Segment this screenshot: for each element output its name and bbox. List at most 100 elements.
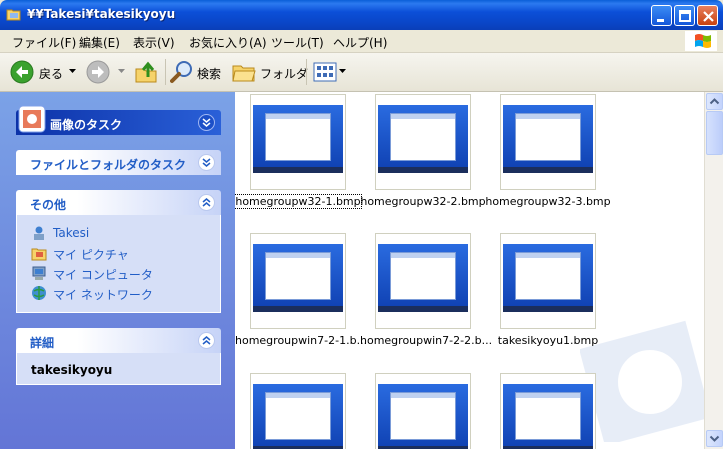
back-label: 戻る — [39, 67, 64, 81]
close-icon — [703, 11, 714, 22]
expand-button[interactable] — [198, 154, 215, 171]
my-pictures-icon — [31, 248, 47, 261]
thumbnail[interactable] — [375, 233, 471, 329]
arrow-up-icon — [709, 98, 720, 105]
menu-tools[interactable]: ツール(T) — [271, 34, 324, 51]
scroll-down-button[interactable] — [706, 430, 723, 447]
back-arrow-icon — [10, 60, 34, 84]
up-folder-button[interactable] — [134, 60, 160, 84]
forward-button[interactable] — [86, 60, 128, 84]
toolbar-separator — [165, 59, 166, 85]
file-label[interactable]: homegroupw32-2.bmp — [360, 195, 486, 208]
arrow-down-icon — [709, 435, 720, 442]
thumbnail[interactable] — [375, 373, 471, 449]
toolbar-separator — [306, 59, 307, 85]
thumbnail[interactable] — [500, 373, 596, 449]
thumbnail[interactable] — [250, 373, 346, 449]
collapse-button[interactable] — [198, 114, 215, 131]
other-places-body: Takesi マイ ピクチャ マイ コンピュータ マイ ネットワーク — [16, 215, 221, 313]
screenshot-preview — [503, 244, 593, 312]
link-label: マイ コンピュータ — [53, 268, 153, 282]
maximize-icon — [679, 10, 691, 22]
folder-icon — [6, 9, 21, 21]
up-folder-icon — [135, 61, 157, 83]
file-folder-tasks-title: ファイルとフォルダのタスク — [30, 158, 187, 172]
toolbar: 戻る 検索 フォルダ — [0, 53, 723, 92]
menu-bar: ファイル(F) 編集(E) 表示(V) お気に入り(A) ツール(T) ヘルプ(… — [0, 30, 723, 53]
link-label: Takesi — [53, 226, 90, 240]
search-icon — [170, 61, 192, 83]
details-title: 詳細 — [30, 336, 55, 350]
menu-view[interactable]: 表示(V) — [133, 34, 175, 51]
user-folder-icon — [34, 226, 44, 240]
thumbnail[interactable] — [250, 94, 346, 190]
details-body: takesikyoyu — [16, 353, 221, 385]
file-label[interactable]: homegroupwin7-2-1.b... — [235, 334, 367, 347]
menu-help[interactable]: ヘルプ(H) — [333, 34, 387, 51]
file-label[interactable]: takesikyoyu1.bmp — [485, 334, 611, 347]
my-computer-icon — [32, 266, 46, 280]
chevron-down-icon — [202, 118, 211, 127]
views-icon — [313, 62, 337, 82]
picture-tasks-title: 画像のタスク — [50, 118, 123, 132]
file-label[interactable]: homegroupw32-3.bmp — [485, 195, 611, 208]
link-label: マイ ネットワーク — [53, 288, 153, 302]
chevron-down-icon — [339, 69, 346, 73]
collapse-button[interactable] — [198, 332, 215, 349]
folder-name: takesikyoyu — [31, 363, 113, 377]
screenshot-preview — [503, 105, 593, 173]
title-bar[interactable]: ¥¥Takesi¥takesikyoyu — [0, 0, 723, 30]
file-folder-tasks-header[interactable]: ファイルとフォルダのタスク — [16, 150, 221, 175]
forward-arrow-icon — [86, 60, 110, 84]
my-network-icon — [32, 286, 46, 300]
thumbnail[interactable] — [500, 94, 596, 190]
menu-file[interactable]: ファイル(F) — [12, 34, 76, 51]
search-button[interactable]: 検索 — [170, 60, 226, 84]
picture-tasks-icon — [18, 105, 46, 133]
collapse-button[interactable] — [198, 194, 215, 211]
chevron-down-icon — [69, 69, 76, 73]
file-view[interactable]: homegroupw32-1.bmp homegroupw32-2.bmp ho… — [235, 92, 704, 449]
chevron-down-icon — [118, 69, 125, 73]
window-title: ¥¥Takesi¥takesikyoyu — [27, 7, 176, 21]
vertical-scrollbar[interactable] — [704, 92, 723, 449]
scroll-up-button[interactable] — [706, 93, 723, 110]
folders-button[interactable]: フォルダ — [232, 60, 308, 84]
watermark-picture-icon — [580, 320, 704, 442]
task-pane: 画像のタスク ファイルとフォルダのタスク その他 Takesi マイ ピクチャ … — [0, 92, 235, 449]
other-places-title: その他 — [30, 198, 67, 212]
chevron-up-icon — [202, 198, 211, 207]
file-label[interactable]: homegroupw32-1.bmp — [235, 194, 362, 209]
screenshot-preview — [253, 384, 343, 449]
screenshot-preview — [503, 384, 593, 449]
search-label: 検索 — [197, 67, 222, 81]
chevron-up-icon — [202, 336, 211, 345]
screenshot-preview — [253, 244, 343, 312]
back-button[interactable]: 戻る — [10, 60, 78, 84]
screenshot-preview — [253, 105, 343, 173]
details-header[interactable]: 詳細 — [16, 328, 221, 353]
screenshot-preview — [378, 244, 468, 312]
screenshot-preview — [378, 384, 468, 449]
folders-label: フォルダ — [260, 67, 309, 81]
thumbnail[interactable] — [250, 233, 346, 329]
views-button[interactable] — [313, 60, 347, 84]
screenshot-preview — [378, 105, 468, 173]
explorer-window: ¥¥Takesi¥takesikyoyu ファイル(F) 編集(E) 表示(V)… — [0, 0, 723, 449]
minimize-icon — [657, 19, 664, 22]
thumbnail[interactable] — [375, 94, 471, 190]
close-button[interactable] — [697, 5, 718, 26]
folder-icon — [232, 65, 256, 82]
other-places-header[interactable]: その他 — [16, 190, 221, 215]
chevron-down-icon — [202, 158, 211, 167]
windows-logo-icon — [685, 31, 717, 51]
maximize-button[interactable] — [674, 5, 695, 26]
link-label: マイ ピクチャ — [53, 248, 129, 262]
menu-favorites[interactable]: お気に入り(A) — [189, 34, 267, 51]
menu-edit[interactable]: 編集(E) — [79, 34, 120, 51]
scroll-thumb[interactable] — [706, 111, 723, 155]
picture-tasks-header[interactable]: 画像のタスク — [16, 105, 221, 135]
file-label[interactable]: homegroupwin7-2-2.b... — [360, 334, 492, 347]
minimize-button[interactable] — [651, 5, 672, 26]
thumbnail[interactable] — [500, 233, 596, 329]
